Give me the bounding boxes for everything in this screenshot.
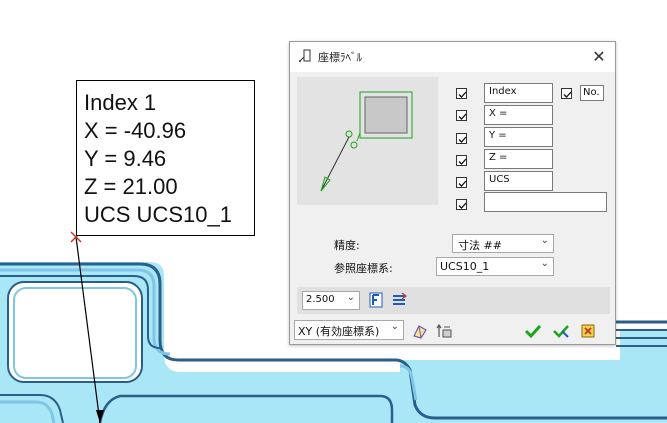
precision-select[interactable]: 寸法 ## ⌄ [452, 234, 554, 253]
close-button[interactable]: ✕ [583, 42, 615, 72]
coordinate-label-dialog: 座標ﾗﾍﾞﾙ ✕ Index No. X = Y = Z = UCS 精度: 寸… [289, 41, 616, 345]
y-prefix-field[interactable]: Y = [484, 127, 553, 147]
reference-value: UCS10_1 [440, 260, 490, 273]
index-field[interactable]: Index [484, 83, 553, 103]
coordinate-label-icon [299, 49, 311, 62]
close-icon: ✕ [592, 47, 606, 66]
label-ucs-line: UCS UCS10_1 [84, 202, 232, 227]
label-preview [297, 77, 438, 205]
chevron-down-icon: ⌄ [540, 258, 549, 269]
plane-value: XY (有効座標系) [298, 325, 380, 338]
ucs-prefix-field[interactable]: UCS [484, 171, 553, 191]
reference-label: 参照座標系: [334, 262, 393, 275]
extra-checkbox[interactable] [456, 199, 467, 210]
reference-select[interactable]: UCS10_1 ⌄ [436, 257, 554, 276]
plane-orientation-icon[interactable] [411, 322, 429, 340]
index-checkbox[interactable] [456, 88, 467, 99]
part-hole [7, 281, 143, 383]
text-size-select[interactable]: 2.500 ⌄ [302, 291, 360, 310]
chevron-down-icon: ⌄ [390, 321, 399, 332]
text-direction-icon[interactable] [390, 291, 408, 309]
precision-label: 精度: [334, 239, 360, 252]
apply-check-icon[interactable] [552, 322, 570, 340]
y-checkbox[interactable] [456, 133, 467, 144]
label-index-line: Index 1 [84, 90, 157, 115]
extra-text-field[interactable] [484, 192, 607, 212]
z-checkbox[interactable] [456, 155, 467, 166]
ucs-select-icon[interactable] [436, 322, 454, 340]
coordinate-label[interactable]: Index 1 X = -40.96 Y = 9.46 Z = 21.00 UC… [76, 80, 255, 236]
ok-check-icon[interactable] [524, 322, 542, 340]
font-icon[interactable] [367, 291, 385, 309]
label-z-line: Z = 21.00 [84, 174, 178, 199]
x-checkbox[interactable] [456, 110, 467, 121]
x-prefix-field[interactable]: X = [484, 105, 553, 125]
text-size-bar: 2.500 ⌄ [297, 287, 610, 314]
dialog-titlebar[interactable]: 座標ﾗﾍﾞﾙ ✕ [290, 42, 615, 72]
cancel-icon[interactable] [579, 322, 597, 340]
preview-drawing [320, 91, 413, 192]
number-checkbox[interactable] [561, 88, 572, 99]
label-y-line: Y = 9.46 [84, 146, 167, 171]
plane-select[interactable]: XY (有効座標系) ⌄ [294, 320, 404, 340]
dialog-title: 座標ﾗﾍﾞﾙ [318, 51, 362, 64]
ucs-checkbox[interactable] [456, 177, 467, 188]
z-prefix-field[interactable]: Z = [484, 149, 553, 169]
chevron-down-icon: ⌄ [540, 235, 549, 246]
chevron-down-icon: ⌄ [346, 292, 355, 303]
text-size-value: 2.500 [306, 294, 335, 305]
precision-value: 寸法 ## [458, 239, 502, 252]
number-field[interactable]: No. [580, 85, 604, 101]
label-x-line: X = -40.96 [84, 118, 187, 143]
